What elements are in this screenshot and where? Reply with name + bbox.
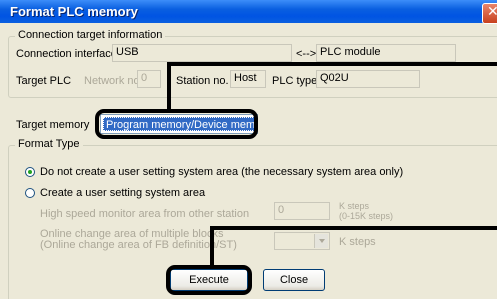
online-change-select xyxy=(274,232,330,250)
hs-monitor-field: 0 xyxy=(274,202,330,220)
connection-interface-value: USB xyxy=(116,46,139,58)
close-icon: ✕ xyxy=(487,4,497,20)
option-no-user-area-label[interactable]: Do not create a user setting system area… xyxy=(40,166,403,178)
target-plc-label: Target PLC xyxy=(16,75,72,87)
hs-monitor-value: 0 xyxy=(278,204,285,216)
target-memory-callout-line-h xyxy=(167,62,497,66)
target-memory-label: Target memory xyxy=(16,119,90,131)
plc-type-field: Q02U xyxy=(316,70,420,88)
online-change-label-2: (Online change area of FB definition/ST) xyxy=(40,239,237,251)
network-no-label: Network no. xyxy=(84,75,143,87)
connection-target-group-title: Connection target information xyxy=(15,29,166,41)
execute-callout xyxy=(166,265,252,295)
format-type-group-title: Format Type xyxy=(15,138,83,150)
plc-module-field: PLC module xyxy=(316,44,456,62)
connection-interface-field: USB xyxy=(112,44,292,62)
window-title: Format PLC memory xyxy=(10,4,138,19)
option-create-user-area-radio[interactable] xyxy=(25,188,35,198)
plc-type-value: Q02U xyxy=(320,72,349,84)
plc-module-value: PLC module xyxy=(320,46,381,58)
title-bar: Format PLC memory ✕ xyxy=(0,0,497,24)
station-no-value: Host xyxy=(234,72,257,84)
option-no-user-area-radio[interactable] xyxy=(25,167,35,177)
network-no-field: 0 xyxy=(137,70,161,88)
chevron-down-icon xyxy=(314,234,328,248)
hs-monitor-label: High speed monitor area from other stati… xyxy=(40,208,250,220)
target-memory-callout xyxy=(95,109,258,139)
close-button[interactable]: Close xyxy=(263,269,325,291)
hs-monitor-unit: K steps xyxy=(339,201,370,211)
station-no-label: Station no. xyxy=(176,75,229,87)
station-no-field: Host xyxy=(230,70,266,88)
online-change-unit: K steps xyxy=(339,236,376,248)
execute-callout-line-v xyxy=(210,226,214,268)
hs-monitor-hint: (0-15K steps) xyxy=(339,211,394,221)
window-close-button[interactable]: ✕ xyxy=(482,3,497,24)
connection-arrow: <--> xyxy=(296,48,317,60)
plc-type-label: PLC type xyxy=(272,75,318,87)
network-no-value: 0 xyxy=(141,72,148,84)
target-memory-callout-line-v xyxy=(167,62,171,112)
option-create-user-area-label[interactable]: Create a user setting system area xyxy=(40,187,205,199)
format-plc-memory-dialog: Format PLC memory ✕ Connection target in… xyxy=(0,0,497,299)
execute-callout-line-h xyxy=(210,226,497,230)
connection-interface-label: Connection interface xyxy=(16,48,117,60)
